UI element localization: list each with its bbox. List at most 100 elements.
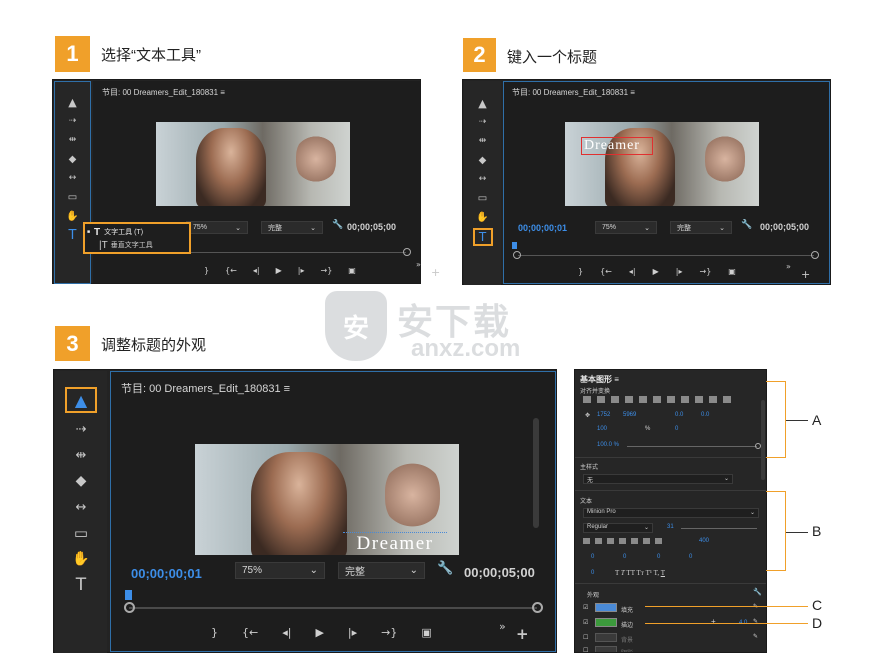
- zoom-dropdown[interactable]: 75% ⌄: [595, 221, 657, 234]
- kerning-value[interactable]: 0: [591, 554, 594, 560]
- tracking-value[interactable]: 400: [699, 538, 709, 544]
- quality-dropdown[interactable]: 完整 ⌄: [338, 562, 425, 579]
- anchor-value[interactable]: 0.0: [701, 412, 709, 418]
- step-back-icon[interactable]: ◂|: [282, 626, 291, 639]
- title-text-selected[interactable]: Dreamer: [343, 532, 447, 554]
- go-to-in-icon[interactable]: {←: [600, 267, 612, 276]
- hand-tool-icon[interactable]: ✋: [476, 209, 488, 225]
- quality-dropdown[interactable]: 完整 ⌄: [670, 221, 732, 234]
- go-to-in-icon[interactable]: {←: [225, 266, 237, 275]
- text-align-buttons[interactable]: [583, 538, 663, 544]
- master-style-dropdown[interactable]: 无 ⌄: [583, 474, 733, 484]
- hand-tool-icon[interactable]: ✋: [72, 549, 89, 569]
- step-back-icon[interactable]: ◂|: [629, 267, 636, 276]
- playhead-end[interactable]: [811, 251, 819, 259]
- shadow-checkbox[interactable]: ☐: [583, 647, 588, 652]
- fill-color-swatch[interactable]: [595, 603, 617, 612]
- add-button-icon[interactable]: +: [431, 266, 440, 279]
- settings-wrench-icon[interactable]: 🔧: [437, 561, 453, 576]
- typed-title-box[interactable]: Dreamer: [581, 137, 653, 155]
- current-timecode[interactable]: 00;00;00;01: [131, 566, 202, 581]
- go-to-in-icon[interactable]: {←: [242, 626, 258, 639]
- go-to-out-icon[interactable]: →}: [320, 266, 332, 275]
- opacity-value[interactable]: 100.0 %: [597, 442, 619, 448]
- add-button-icon[interactable]: +: [516, 625, 529, 643]
- opacity-slider[interactable]: [627, 446, 757, 447]
- pen-tool-icon[interactable]: ▭: [478, 190, 487, 206]
- ripple-edit-tool-icon[interactable]: ⇹: [76, 445, 87, 465]
- playhead-end[interactable]: [532, 602, 543, 613]
- rotation2-value[interactable]: 0: [675, 426, 678, 432]
- pen-tool-icon[interactable]: ▭: [74, 523, 88, 543]
- current-timecode[interactable]: 00;00;00;01: [518, 223, 567, 233]
- step-forward-icon[interactable]: |▸: [676, 267, 683, 276]
- razor-tool-icon[interactable]: ◆: [479, 152, 487, 168]
- playhead-marker[interactable]: [512, 242, 517, 249]
- playhead-start[interactable]: [513, 251, 521, 259]
- play-icon[interactable]: ▶: [653, 267, 659, 276]
- playhead-marker[interactable]: [125, 590, 132, 600]
- background-eyedropper-icon[interactable]: ✎: [753, 633, 758, 640]
- slip-tool-icon[interactable]: ↔: [479, 171, 487, 187]
- monitor-scrollbar[interactable]: [533, 418, 539, 528]
- type-tool-icon[interactable]: T: [472, 228, 493, 246]
- selection-tool-icon[interactable]: ▲: [65, 387, 97, 413]
- play-icon[interactable]: ▶: [276, 266, 282, 275]
- go-to-out-icon[interactable]: →}: [699, 267, 711, 276]
- ripple-edit-tool-icon[interactable]: ⇹: [479, 133, 487, 149]
- more-controls-icon[interactable]: »: [786, 262, 791, 271]
- font-size-value[interactable]: 31: [667, 524, 674, 530]
- font-style-dropdown[interactable]: Regular ⌄: [583, 523, 653, 533]
- background-checkbox[interactable]: ☐: [583, 634, 588, 641]
- selection-tool-icon[interactable]: ▲: [478, 95, 486, 111]
- baseline-value[interactable]: 0: [657, 554, 660, 560]
- zoom-dropdown[interactable]: 75% ⌄: [235, 562, 325, 579]
- indent-value[interactable]: 0: [591, 570, 594, 576]
- slip-tool-icon[interactable]: ↔: [76, 497, 87, 517]
- leading-value[interactable]: 0: [623, 554, 626, 560]
- quality-dropdown[interactable]: 完整 ⌄: [261, 221, 323, 234]
- font-style-buttons[interactable]: T T TT Tт T¹ T, T: [615, 569, 665, 577]
- step-forward-icon[interactable]: |▸: [298, 266, 305, 275]
- razor-tool-icon[interactable]: ◆: [76, 471, 87, 491]
- play-icon[interactable]: ▶: [315, 626, 323, 639]
- export-frame-icon[interactable]: ▣: [728, 267, 736, 276]
- playhead-start[interactable]: [124, 602, 135, 613]
- more-controls-icon[interactable]: »: [416, 260, 421, 269]
- settings-wrench-icon[interactable]: 🔧: [741, 220, 752, 230]
- rotation-value[interactable]: 0.0: [675, 412, 683, 418]
- tsume-value[interactable]: 0: [689, 554, 692, 560]
- step-forward-icon[interactable]: |▸: [348, 626, 357, 639]
- zoom-dropdown[interactable]: 75% ⌄: [186, 221, 248, 234]
- type-tool-icon[interactable]: T: [76, 575, 86, 595]
- track-select-tool-icon[interactable]: ⇢: [76, 419, 87, 439]
- export-frame-icon[interactable]: ▣: [421, 626, 431, 639]
- position-y-value[interactable]: 5969: [623, 412, 636, 418]
- fill-checkbox[interactable]: ☑: [583, 604, 588, 611]
- track-select-tool-icon[interactable]: ⇢: [479, 114, 487, 130]
- flyout-item-vertical-type-tool[interactable]: |T 垂直文字工具: [99, 239, 189, 251]
- appearance-wrench-icon[interactable]: 🔧: [753, 588, 762, 596]
- go-to-out-icon[interactable]: →}: [381, 626, 397, 639]
- scale-value[interactable]: 100: [597, 426, 607, 432]
- font-size-slider[interactable]: [681, 528, 757, 529]
- playhead-end[interactable]: [403, 248, 411, 256]
- add-button-icon[interactable]: +: [801, 268, 810, 281]
- panel-scrollbar[interactable]: [761, 400, 765, 480]
- position-x-value[interactable]: 1752: [597, 412, 610, 418]
- align-buttons-row[interactable]: [583, 396, 733, 403]
- selection-tool-icon[interactable]: ▲: [68, 94, 76, 110]
- background-color-swatch[interactable]: [595, 633, 617, 642]
- flyout-item-type-tool[interactable]: ■ T 文字工具 (T): [87, 226, 189, 238]
- stroke-color-swatch[interactable]: [595, 618, 617, 627]
- track-select-tool-icon[interactable]: ⇢: [69, 113, 77, 129]
- ripple-edit-tool-icon[interactable]: ⇹: [69, 132, 77, 148]
- type-tool-icon[interactable]: T: [69, 227, 77, 243]
- hand-tool-icon[interactable]: ✋: [66, 208, 78, 224]
- stroke-add-icon[interactable]: +: [711, 617, 716, 626]
- stroke-checkbox[interactable]: ☑: [583, 619, 588, 626]
- font-family-dropdown[interactable]: Minion Pro ⌄: [583, 508, 759, 518]
- mark-out-icon[interactable]: }: [211, 626, 218, 639]
- razor-tool-icon[interactable]: ◆: [69, 151, 77, 167]
- export-frame-icon[interactable]: ▣: [348, 266, 356, 275]
